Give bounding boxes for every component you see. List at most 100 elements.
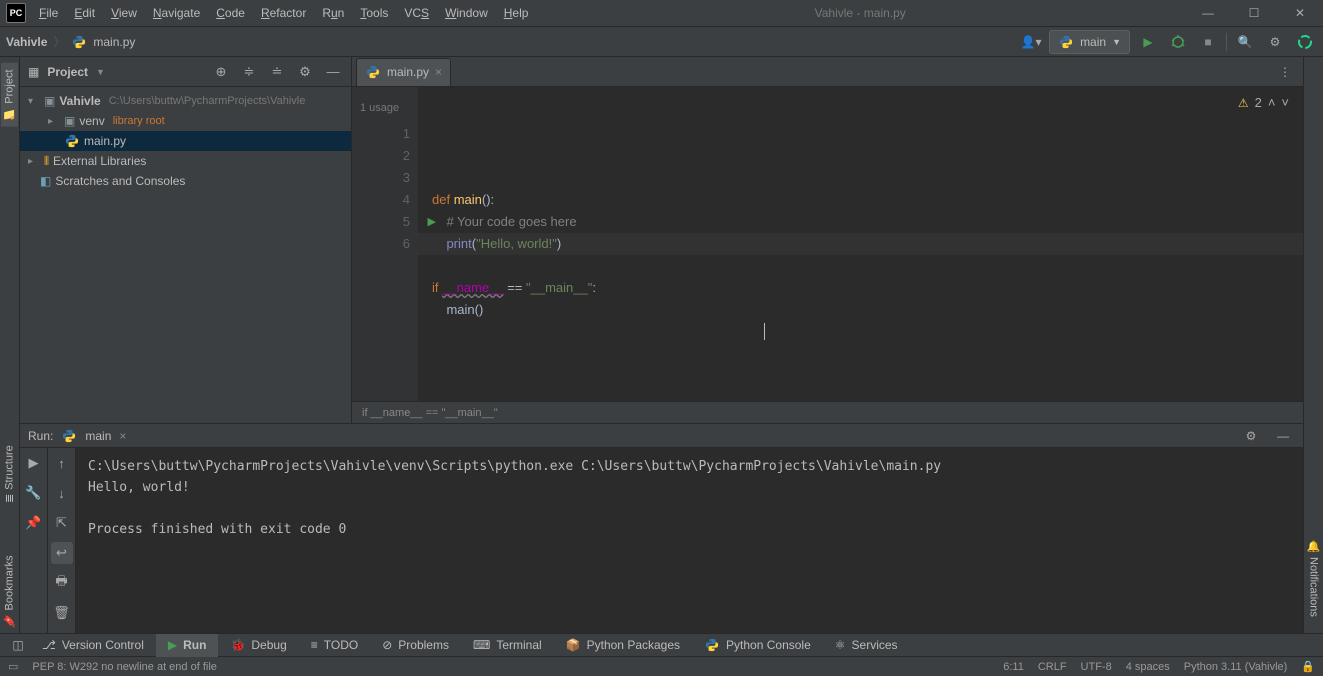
inspection-widget[interactable]: ⚠ 2 ˄ ˅ [1238,95,1289,110]
console-output[interactable]: C:\Users\buttw\PycharmProjects\Vahivle\v… [76,448,1303,633]
close-button[interactable]: ✕ [1277,0,1323,27]
python-icon [1058,34,1074,50]
menu-file[interactable]: File [32,2,65,24]
status-line-separator[interactable]: CRLF [1038,661,1067,673]
locate-icon[interactable]: ⊕ [211,64,231,80]
next-highlight-icon[interactable]: ˅ [1281,95,1289,110]
menu-edit[interactable]: Edit [67,2,102,24]
minimize-button[interactable]: — [1185,0,1231,27]
tree-venv[interactable]: ▸ ▣ venv library root [20,111,351,131]
menu-run[interactable]: Run [315,2,351,24]
project-panel-title[interactable]: Project [47,65,88,79]
problems-icon: ⊘ [382,638,392,652]
export-icon[interactable]: ⇱ [51,512,73,534]
stop-button[interactable]: ■ [1196,30,1220,54]
close-tab-icon[interactable]: × [435,65,442,79]
search-icon[interactable]: 🔍 [1233,30,1257,54]
clear-icon[interactable]: 🗑 [51,602,73,624]
editor-breadcrumb[interactable]: if __name__ == "__main__" [352,401,1303,423]
tool-window-quick-access-icon[interactable]: ◫ [6,633,30,657]
print-icon[interactable]: 🖶 [51,572,73,594]
run-config-selector[interactable]: main ▼ [1049,30,1130,54]
tab-version-control[interactable]: ⎇Version Control [30,634,156,657]
editor-body[interactable]: ⚠ 2 ˄ ˅ 1 usage 1 2 3 4 5 6 ▶ 💡 [352,87,1303,401]
code-content[interactable]: def main(): # Your code goes here print(… [418,87,1303,401]
menu-vcs[interactable]: VCS [397,2,436,24]
menu-window[interactable]: Window [438,2,495,24]
settings-icon[interactable]: ⚙ [295,64,315,80]
run-settings-icon[interactable]: ⚙ [1239,424,1263,448]
down-stack-icon[interactable]: ↓ [51,482,73,504]
run-body: ▶ 🔧 📌 ↑ ↓ ⇱ ↩ 🖶 🗑 C:\Users\buttw\Pycharm… [20,448,1303,633]
up-stack-icon[interactable]: ↑ [51,452,73,474]
tab-terminal[interactable]: ⌨Terminal [461,634,554,657]
bug-icon: 🐞 [230,638,245,652]
menu-view[interactable]: View [104,2,144,24]
add-user-icon[interactable]: 👤▾ [1019,30,1043,54]
project-view-icon: ▦ [28,65,39,79]
tab-services[interactable]: ⚛Services [823,634,910,657]
maximize-button[interactable]: ☐ [1231,0,1277,27]
close-run-tab-icon[interactable]: × [119,429,126,443]
expand-all-icon[interactable]: ≑ [239,64,259,80]
status-message[interactable]: PEP 8: W292 no newline at end of file [32,661,216,673]
project-tool-tab[interactable]: 📁Project [1,63,18,127]
prev-highlight-icon[interactable]: ˄ [1268,95,1276,110]
tab-run[interactable]: ▶Run [156,634,219,657]
play-icon: ▶ [168,638,177,652]
scratches-icon: ◧ [40,174,51,188]
run-label: Run: [28,429,53,443]
status-lock-icon[interactable]: 🔒 [1301,660,1315,673]
menu-tools[interactable]: Tools [353,2,395,24]
main-area: 📁Project ≣Structure 🔖Bookmarks ▦ Project… [0,57,1323,633]
rerun-button[interactable]: ▶ [23,452,45,474]
chevron-down-icon: ▼ [1112,37,1121,47]
bookmarks-tool-tab[interactable]: 🔖Bookmarks [1,549,18,633]
run-settings-button[interactable]: 🔧 [23,482,45,504]
usage-hint[interactable]: 1 usage [360,97,399,119]
status-encoding[interactable]: UTF-8 [1081,661,1112,673]
status-event-log-icon[interactable]: ▭ [8,660,18,673]
pin-button[interactable]: 📌 [23,512,45,534]
python-file-icon [365,64,381,80]
editor-tab-main[interactable]: main.py × [356,58,451,86]
menu-code[interactable]: Code [209,2,252,24]
menu-refactor[interactable]: Refactor [254,2,313,24]
tree-external-libraries[interactable]: ▸ ⫴ External Libraries [20,151,351,171]
hide-run-icon[interactable]: — [1271,424,1295,448]
structure-tool-tab[interactable]: ≣Structure [1,439,18,509]
tab-python-console[interactable]: Python Console [692,634,823,657]
tab-python-packages[interactable]: 📦Python Packages [554,634,692,657]
status-indent[interactable]: 4 spaces [1126,661,1170,673]
status-interpreter[interactable]: Python 3.11 (Vahivle) [1184,661,1288,673]
editor-gutter[interactable]: 1 usage 1 2 3 4 5 6 ▶ 💡 [352,87,418,401]
tab-options-icon[interactable]: ⋮ [1273,60,1297,84]
run-config-name: main [1080,35,1106,49]
project-tree[interactable]: ▾ ▣ Vahivle C:\Users\buttw\PycharmProjec… [20,87,351,195]
hide-icon[interactable]: — [323,64,343,79]
vcs-icon: ⎇ [42,638,56,652]
collapse-all-icon[interactable]: ≐ [267,64,287,80]
left-tool-strip: 📁Project ≣Structure 🔖Bookmarks [0,57,20,633]
tab-problems[interactable]: ⊘Problems [370,634,461,657]
run-toolbar-right: ↑ ↓ ⇱ ↩ 🖶 🗑 [48,448,76,633]
run-button[interactable]: ▶ [1136,30,1160,54]
run-panel-header: Run: main × ⚙ — [20,424,1303,448]
tab-todo[interactable]: ≡TODO [299,634,370,657]
chevron-down-icon[interactable]: ▼ [96,67,105,77]
tree-root[interactable]: ▾ ▣ Vahivle C:\Users\buttw\PycharmProjec… [20,91,351,111]
tab-debug[interactable]: 🐞Debug [218,634,298,657]
breadcrumb-project[interactable]: Vahivle [6,35,47,49]
soft-wrap-icon[interactable]: ↩ [51,542,73,564]
settings-icon[interactable]: ⚙ [1263,30,1287,54]
breadcrumb-file[interactable]: main.py [93,35,135,49]
debug-button[interactable] [1166,30,1190,54]
ide-features-icon[interactable] [1293,30,1317,54]
tree-scratches[interactable]: ◧ Scratches and Consoles [20,171,351,191]
notifications-tool-tab[interactable]: 🔔Notifications [1305,534,1322,623]
menu-help[interactable]: Help [497,2,536,24]
status-caret-pos[interactable]: 6:11 [1003,661,1024,673]
tree-file-main[interactable]: main.py [20,131,351,151]
run-tab-name[interactable]: main [85,429,111,443]
menu-navigate[interactable]: Navigate [146,2,207,24]
